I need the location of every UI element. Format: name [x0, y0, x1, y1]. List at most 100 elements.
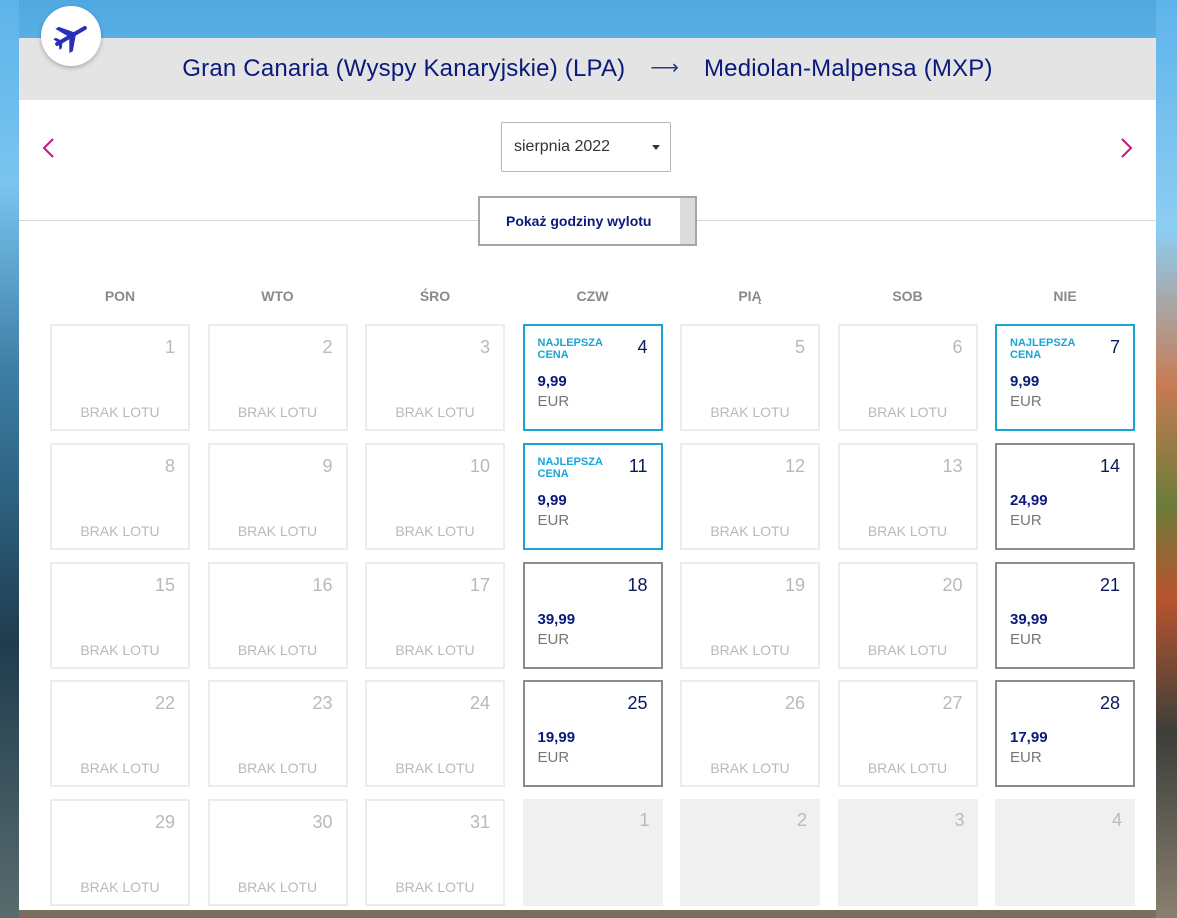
no-flight-label: BRAK LOTU	[867, 641, 948, 658]
airplane-icon	[53, 26, 87, 54]
month-select[interactable]: sierpnia 2022	[501, 122, 671, 172]
day-number: 10	[469, 455, 490, 476]
day-number: 5	[794, 337, 805, 357]
calendar-day-cell: 15 BRAK LOTU	[50, 561, 190, 669]
day-number: 27	[942, 693, 963, 714]
day-number: 23	[312, 693, 333, 714]
calendar-day-cell[interactable]: 7 NAJLEPSZA CENA 9,99 EUR	[995, 324, 1135, 431]
fare-price: 39,99	[537, 610, 576, 628]
show-departure-hours-label: Pokaż godziny wylotu	[506, 213, 652, 229]
calendar-day-cell: 6 BRAK LOTU	[837, 324, 978, 431]
no-flight-label: BRAK LOTU	[237, 641, 318, 658]
day-number: 15	[154, 574, 175, 595]
calendar-day-cell: 26 BRAK LOTU	[680, 680, 820, 788]
background-photo-left	[0, 0, 19, 918]
fare-currency: EUR	[1010, 630, 1042, 648]
calendar-day-cell[interactable]: 4 NAJLEPSZA CENA 9,99 EUR	[522, 324, 663, 431]
day-number: 6	[952, 337, 963, 357]
background-photo-right	[1156, 0, 1177, 918]
calendar-day-cell[interactable]: 25 19,99 EUR	[522, 680, 663, 788]
no-flight-label: BRAK LOTU	[395, 404, 475, 420]
no-flight-label: BRAK LOTU	[867, 760, 948, 777]
calendar-day-cell: 19 BRAK LOTU	[680, 561, 820, 669]
day-number: 14	[1099, 455, 1120, 476]
no-flight-label: BRAK LOTU	[237, 404, 318, 420]
calendar-day-cell: 12 BRAK LOTU	[680, 442, 820, 550]
calendar-day-cell: 30 BRAK LOTU	[207, 799, 348, 907]
weekday-label: CZW	[576, 288, 609, 304]
calendar-day-cell: 9 BRAK LOTU	[207, 442, 348, 550]
weekday-label: WTO	[261, 288, 294, 304]
origin-airport: Gran Canaria (Wyspy Kanaryjskie) (LPA)	[182, 55, 626, 82]
no-flight-label: BRAK LOTU	[867, 522, 948, 539]
weekday-label: PON	[104, 288, 136, 304]
day-number: 29	[154, 812, 175, 833]
fare-currency: EUR	[1010, 749, 1042, 767]
weekday-label: PIĄ	[738, 288, 762, 304]
best-price-badge-line1: NAJLEPSZA	[1010, 337, 1076, 349]
previous-month-button[interactable]	[39, 136, 59, 160]
flight-calendar-panel: Gran Canaria (Wyspy Kanaryjskie) (LPA) ⟶…	[19, 38, 1156, 910]
no-flight-label: BRAK LOTU	[80, 641, 160, 658]
fare-price: 9,99	[537, 373, 567, 390]
day-number: 7	[1109, 337, 1120, 357]
month-select-value: sierpnia 2022	[514, 138, 611, 155]
calendar-day-cell[interactable]: 28 17,99 EUR	[995, 680, 1135, 788]
calendar-day-cell: 29 BRAK LOTU	[50, 799, 190, 907]
weekday-label: NIE	[1053, 288, 1077, 304]
caret-down-icon	[652, 145, 660, 150]
calendar-day-cell: 23 BRAK LOTU	[207, 680, 348, 788]
day-number: 3	[479, 337, 490, 357]
calendar-day-cell: 2 BRAK LOTU	[207, 324, 348, 431]
day-number: 22	[154, 693, 175, 714]
day-number: 9	[322, 455, 333, 476]
calendar-day-cell: 1 BRAK LOTU	[50, 324, 190, 431]
destination-airport: Mediolan-Malpensa (MXP)	[703, 55, 993, 82]
fare-price: 19,99	[537, 729, 576, 747]
next-month-button[interactable]	[1116, 136, 1136, 160]
calendar-day-cell[interactable]: 14 24,99 EUR	[995, 442, 1135, 550]
best-price-badge: NAJLEPSZA CENA	[538, 337, 618, 361]
calendar-day-cell[interactable]: 11 NAJLEPSZA CENA 9,99 EUR	[522, 442, 663, 550]
day-number: 31	[469, 812, 490, 833]
calendar-day-cell: 2	[680, 799, 820, 907]
show-departure-hours-button[interactable]: Pokaż godziny wylotu	[478, 196, 697, 246]
no-flight-label: BRAK LOTU	[710, 760, 790, 777]
fare-price: 9,99	[537, 491, 567, 509]
day-number: 1	[164, 337, 175, 357]
calendar-day-cell: 3	[837, 799, 978, 907]
no-flight-label: BRAK LOTU	[395, 522, 475, 539]
no-flight-label: BRAK LOTU	[237, 760, 318, 777]
day-number: 21	[1099, 574, 1120, 595]
day-number: 25	[627, 693, 648, 714]
day-number: 30	[312, 812, 333, 833]
weekday-label: SOB	[892, 288, 923, 304]
day-number: 19	[784, 574, 805, 595]
no-flight-label: BRAK LOTU	[237, 522, 318, 539]
day-number: 12	[784, 455, 805, 476]
calendar-day-cell[interactable]: 18 39,99 EUR	[522, 561, 663, 669]
calendar-day-cell: 27 BRAK LOTU	[837, 680, 978, 788]
fare-currency: EUR	[537, 630, 570, 648]
day-number: 2	[796, 810, 807, 831]
no-flight-label: BRAK LOTU	[80, 760, 160, 777]
day-number: 8	[164, 455, 175, 476]
day-number: 18	[627, 574, 648, 595]
button-side-tab	[680, 198, 695, 244]
no-flight-label: BRAK LOTU	[395, 760, 475, 777]
calendar-day-cell: 5 BRAK LOTU	[680, 324, 820, 431]
fare-currency: EUR	[537, 511, 570, 529]
no-flight-label: BRAK LOTU	[395, 641, 475, 658]
calendar-day-cell[interactable]: 21 39,99 EUR	[995, 561, 1135, 669]
fare-currency: EUR	[537, 749, 570, 767]
day-number: 4	[1111, 810, 1122, 831]
no-flight-label: BRAK LOTU	[867, 404, 948, 420]
calendar-day-cell: 3 BRAK LOTU	[365, 324, 505, 431]
day-number: 17	[469, 574, 490, 595]
route-header: Gran Canaria (Wyspy Kanaryjskie) (LPA) ⟶…	[19, 38, 1156, 100]
route-title: Gran Canaria (Wyspy Kanaryjskie) (LPA) ⟶…	[19, 55, 1156, 83]
calendar-day-cell: 16 BRAK LOTU	[207, 561, 348, 669]
logo-badge	[41, 6, 101, 66]
no-flight-label: BRAK LOTU	[80, 522, 160, 539]
best-price-badge: NAJLEPSZA CENA	[1010, 337, 1090, 361]
